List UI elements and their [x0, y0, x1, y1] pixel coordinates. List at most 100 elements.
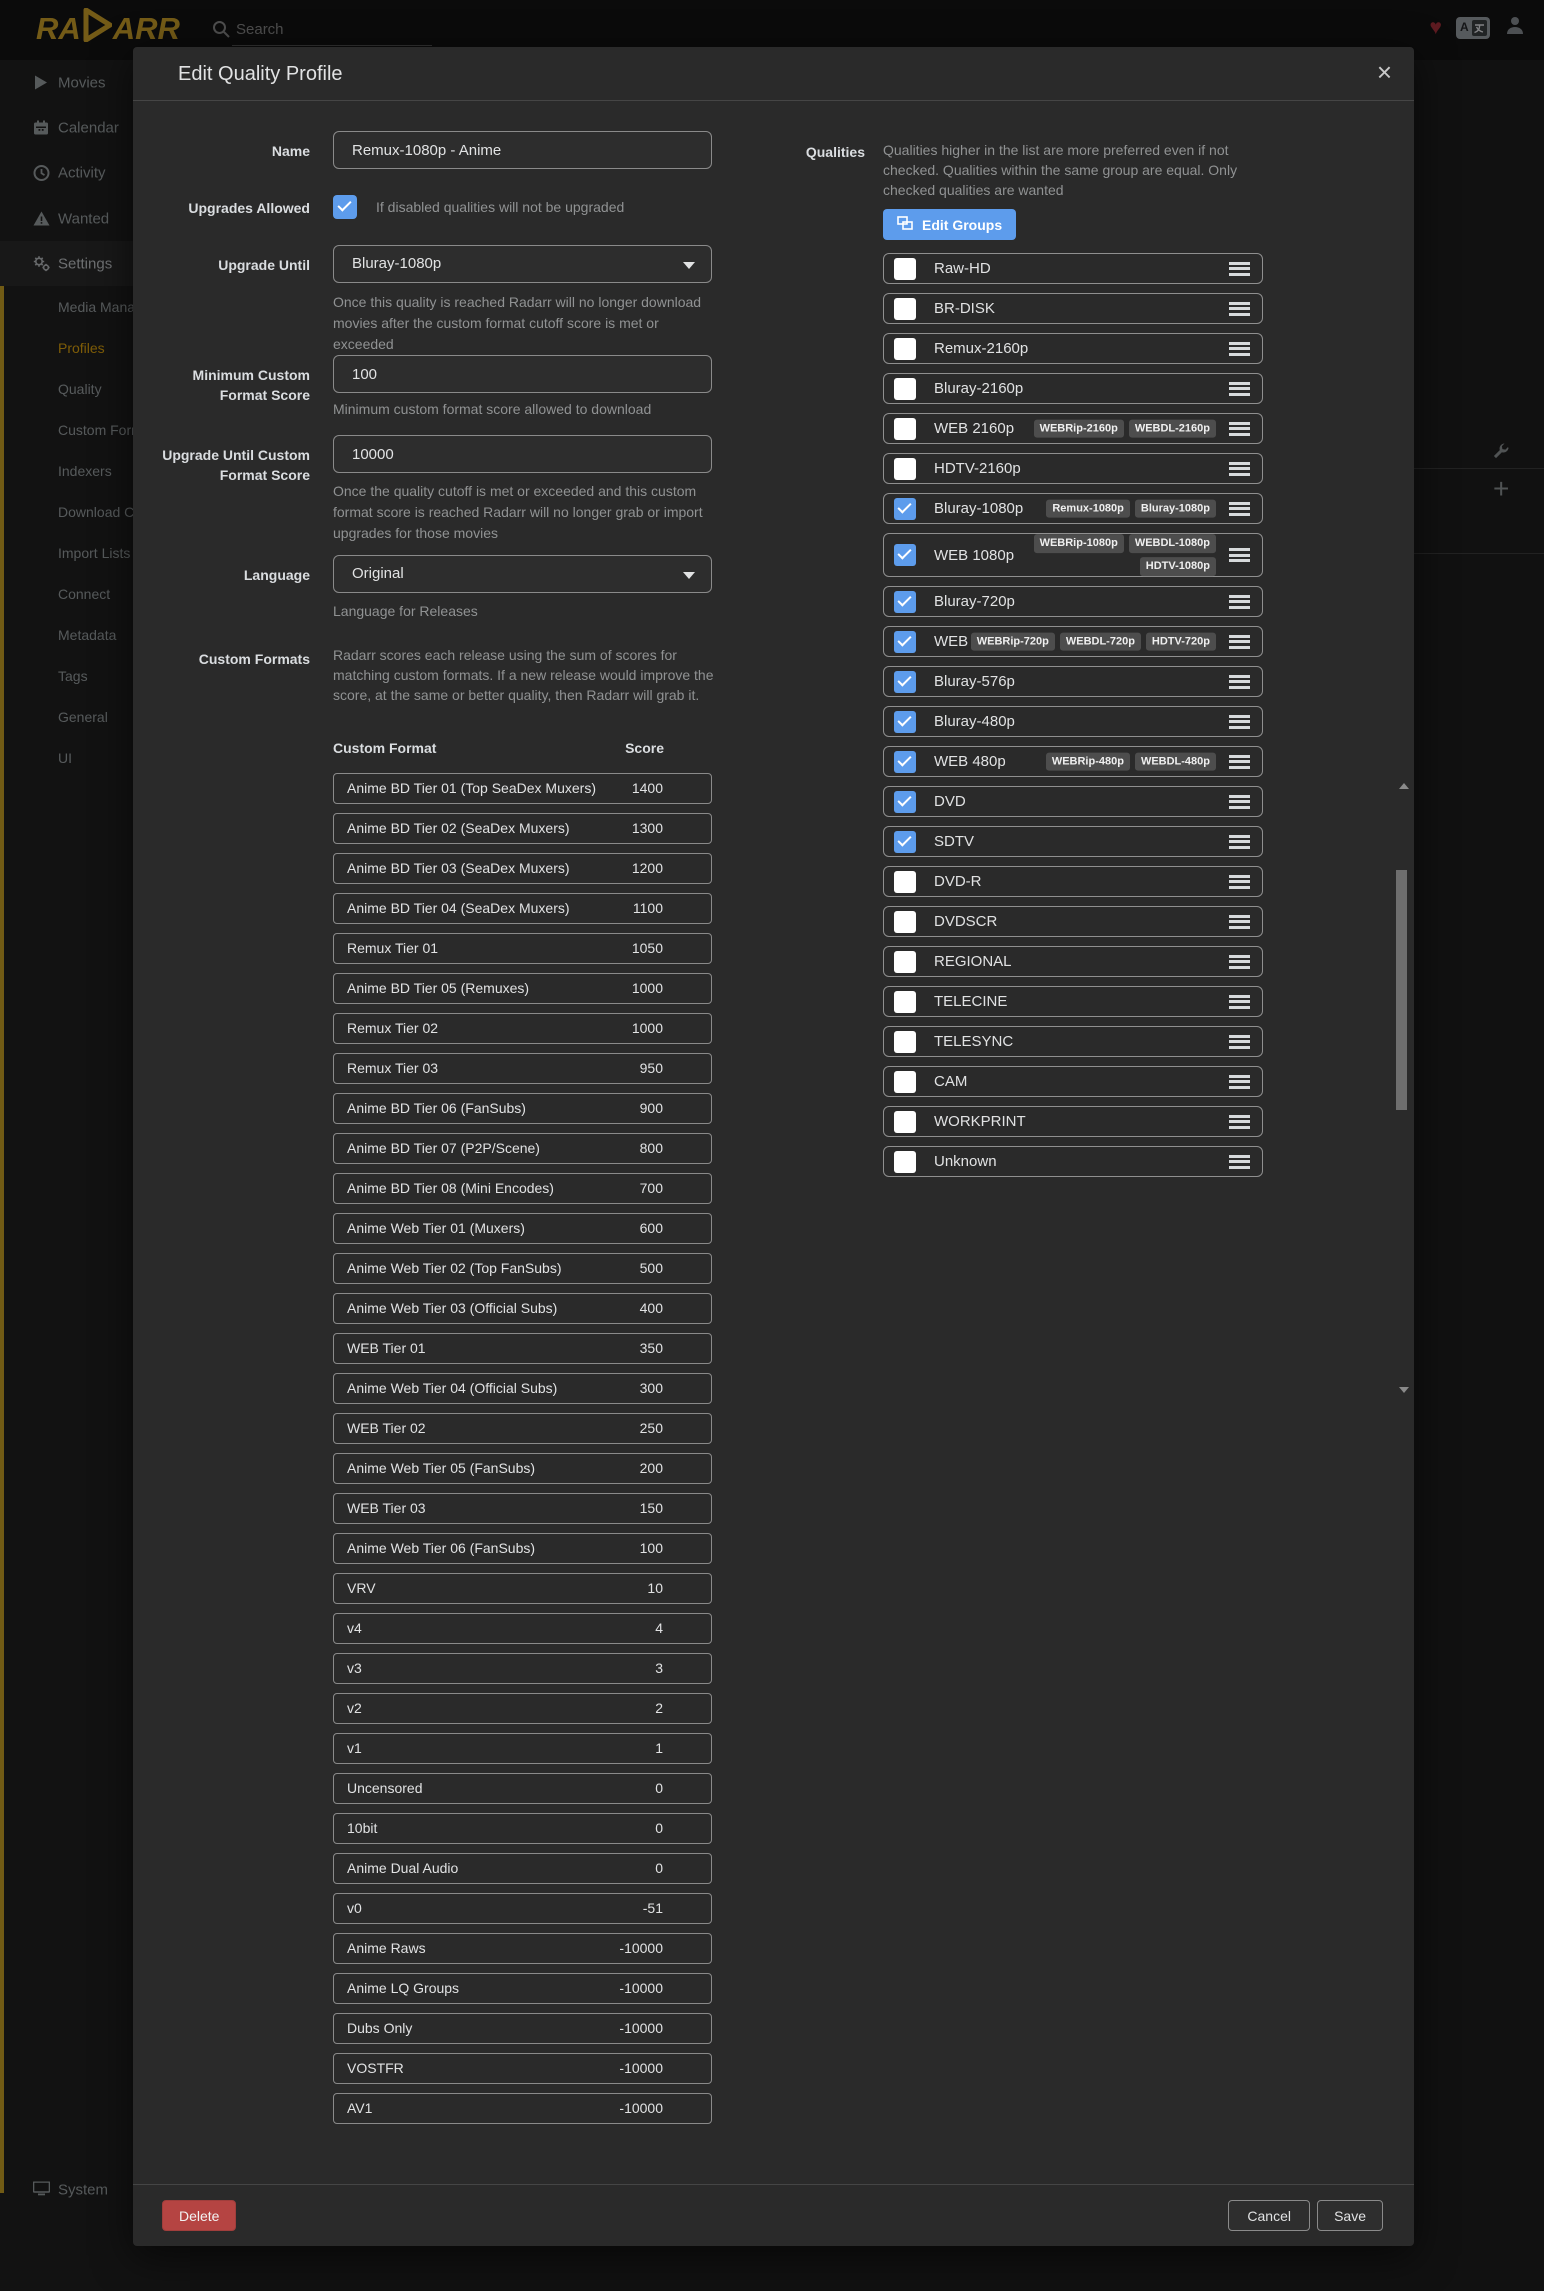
- quality-checkbox[interactable]: [894, 831, 916, 853]
- drag-handle-icon[interactable]: [1229, 382, 1250, 396]
- custom-format-score[interactable]: 300: [640, 1374, 663, 1403]
- drag-handle-icon[interactable]: [1229, 955, 1250, 969]
- upgrades-allowed-checkbox[interactable]: [333, 195, 357, 219]
- drag-handle-icon[interactable]: [1229, 635, 1250, 649]
- custom-format-score[interactable]: 250: [640, 1414, 663, 1443]
- drag-handle-icon[interactable]: [1229, 422, 1250, 436]
- drag-handle-icon[interactable]: [1229, 462, 1250, 476]
- language-select[interactable]: Original: [333, 555, 712, 593]
- drag-handle-icon[interactable]: [1229, 915, 1250, 929]
- custom-format-score[interactable]: 0: [655, 1854, 663, 1883]
- quality-checkbox[interactable]: [894, 591, 916, 613]
- quality-checkbox[interactable]: [894, 791, 916, 813]
- drag-handle-icon[interactable]: [1229, 1075, 1250, 1089]
- quality-checkbox[interactable]: [894, 544, 916, 566]
- custom-format-score[interactable]: 4: [655, 1614, 663, 1643]
- custom-format-score[interactable]: 1050: [632, 934, 663, 963]
- quality-checkbox[interactable]: [894, 1111, 916, 1133]
- custom-format-score[interactable]: 200: [640, 1454, 663, 1483]
- drag-handle-icon[interactable]: [1229, 1035, 1250, 1049]
- quality-checkbox[interactable]: [894, 871, 916, 893]
- quality-checkbox[interactable]: [894, 1071, 916, 1093]
- custom-format-score[interactable]: 2: [655, 1694, 663, 1723]
- scrollbar-up-arrow[interactable]: [1399, 783, 1409, 789]
- custom-format-row: Anime Web Tier 02 (Top FanSubs)500: [333, 1253, 712, 1284]
- quality-badge: WEBRip-2160p: [1034, 419, 1124, 438]
- custom-format-score[interactable]: 700: [640, 1174, 663, 1203]
- quality-checkbox[interactable]: [894, 951, 916, 973]
- quality-checkbox[interactable]: [894, 711, 916, 733]
- scrollbar-thumb[interactable]: [1396, 870, 1407, 1110]
- custom-format-score[interactable]: 100: [640, 1534, 663, 1563]
- custom-format-row: Anime Web Tier 06 (FanSubs)100: [333, 1533, 712, 1564]
- drag-handle-icon[interactable]: [1229, 342, 1250, 356]
- drag-handle-icon[interactable]: [1229, 1155, 1250, 1169]
- custom-format-score[interactable]: 3: [655, 1654, 663, 1683]
- custom-format-score[interactable]: 10: [647, 1574, 663, 1603]
- custom-format-score[interactable]: 1300: [632, 814, 663, 843]
- drag-handle-icon[interactable]: [1229, 795, 1250, 809]
- drag-handle-icon[interactable]: [1229, 502, 1250, 516]
- custom-format-row: Anime Web Tier 01 (Muxers)600: [333, 1213, 712, 1244]
- custom-format-score[interactable]: 1: [655, 1734, 663, 1763]
- delete-button[interactable]: Delete: [162, 2200, 236, 2231]
- quality-checkbox[interactable]: [894, 458, 916, 480]
- custom-format-score[interactable]: -10000: [619, 2014, 663, 2043]
- custom-format-score[interactable]: 0: [655, 1814, 663, 1843]
- custom-format-score[interactable]: -51: [643, 1894, 663, 1923]
- custom-format-score[interactable]: -10000: [619, 2054, 663, 2083]
- name-input[interactable]: [333, 131, 712, 169]
- custom-format-score[interactable]: -10000: [619, 1974, 663, 2003]
- custom-format-score[interactable]: 600: [640, 1214, 663, 1243]
- edit-groups-button[interactable]: Edit Groups: [883, 209, 1016, 240]
- drag-handle-icon[interactable]: [1229, 715, 1250, 729]
- custom-format-score[interactable]: -10000: [619, 2094, 663, 2123]
- drag-handle-icon[interactable]: [1229, 995, 1250, 1009]
- quality-checkbox[interactable]: [894, 378, 916, 400]
- scrollbar-down-arrow[interactable]: [1399, 1387, 1409, 1393]
- upgrade-until-cfs-input[interactable]: [333, 435, 712, 473]
- drag-handle-icon[interactable]: [1229, 755, 1250, 769]
- custom-format-score[interactable]: 1400: [632, 774, 663, 803]
- close-icon[interactable]: ×: [1377, 57, 1392, 88]
- quality-checkbox[interactable]: [894, 298, 916, 320]
- drag-handle-icon[interactable]: [1229, 262, 1250, 276]
- custom-format-score[interactable]: 400: [640, 1294, 663, 1323]
- drag-handle-icon[interactable]: [1229, 675, 1250, 689]
- quality-checkbox[interactable]: [894, 1031, 916, 1053]
- quality-checkbox[interactable]: [894, 631, 916, 653]
- min-custom-format-score-input[interactable]: [333, 355, 712, 393]
- custom-format-score[interactable]: -10000: [619, 1934, 663, 1963]
- quality-name: CAM: [934, 1067, 967, 1096]
- quality-checkbox[interactable]: [894, 991, 916, 1013]
- custom-format-score[interactable]: 1100: [633, 894, 663, 923]
- custom-format-score[interactable]: 350: [640, 1334, 663, 1363]
- custom-format-score[interactable]: 1000: [632, 974, 663, 1003]
- drag-handle-icon[interactable]: [1229, 548, 1250, 562]
- custom-format-score[interactable]: 1200: [632, 854, 663, 883]
- drag-handle-icon[interactable]: [1229, 302, 1250, 316]
- drag-handle-icon[interactable]: [1229, 835, 1250, 849]
- custom-format-score[interactable]: 1000: [632, 1014, 663, 1043]
- drag-handle-icon[interactable]: [1229, 595, 1250, 609]
- quality-checkbox[interactable]: [894, 418, 916, 440]
- custom-format-score[interactable]: 0: [655, 1774, 663, 1803]
- quality-checkbox[interactable]: [894, 338, 916, 360]
- custom-format-score[interactable]: 900: [640, 1094, 663, 1123]
- custom-format-score[interactable]: 150: [640, 1494, 663, 1523]
- custom-format-score[interactable]: 950: [640, 1054, 663, 1083]
- quality-checkbox[interactable]: [894, 751, 916, 773]
- cancel-button[interactable]: Cancel: [1228, 2200, 1310, 2231]
- custom-format-score[interactable]: 500: [640, 1254, 663, 1283]
- drag-handle-icon[interactable]: [1229, 875, 1250, 889]
- save-button[interactable]: Save: [1317, 2200, 1383, 2231]
- quality-checkbox[interactable]: [894, 1151, 916, 1173]
- quality-checkbox[interactable]: [894, 498, 916, 520]
- drag-handle-icon[interactable]: [1229, 1115, 1250, 1129]
- custom-format-score[interactable]: 800: [640, 1134, 663, 1163]
- quality-checkbox[interactable]: [894, 911, 916, 933]
- quality-checkbox[interactable]: [894, 258, 916, 280]
- upgrade-until-select[interactable]: Bluray-1080p: [333, 245, 712, 283]
- quality-checkbox[interactable]: [894, 671, 916, 693]
- custom-format-row: Anime BD Tier 02 (SeaDex Muxers)1300: [333, 813, 712, 844]
